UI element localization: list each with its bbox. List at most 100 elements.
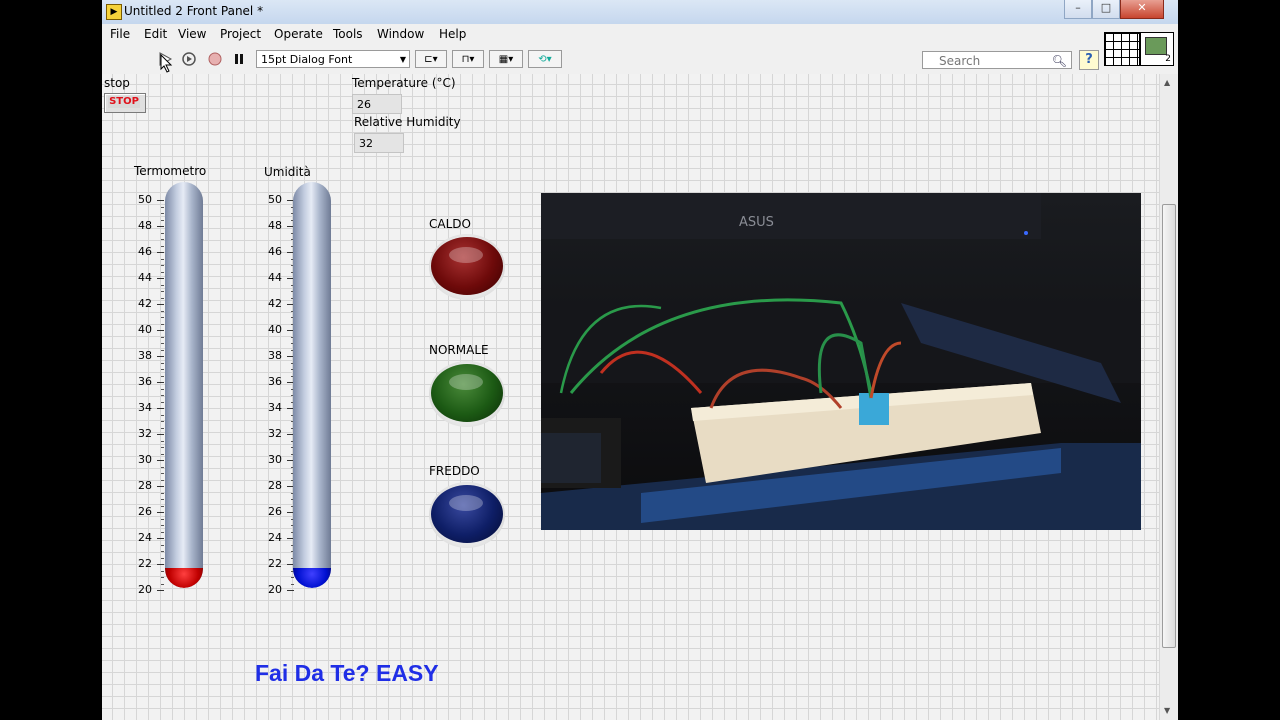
scale-major-tick [157,538,164,539]
breadboard-photo: ASUS [541,193,1141,530]
align-objects-button[interactable]: ⊏▾ [415,50,447,68]
distribute-objects-icon: ⊓▾ [461,54,475,65]
scale-minor-tick [161,531,164,533]
caldo-led-lamp [431,237,503,295]
termometro-scale: 50 48 46 44 42 40 38 36 34 32 30 28 26 24 22 20 [118,193,164,604]
temperature-label: Temperature (°C) [352,76,456,90]
search-input[interactable]: Search 🔍︎ [922,51,1072,69]
scale-tick-label: 40 [138,323,152,336]
menu-file[interactable]: File [110,27,130,41]
scale-tick-label: 28 [138,479,152,492]
scale-tick-label: 48 [268,219,282,232]
menu-view[interactable]: View [178,27,206,41]
search-placeholder: Search [939,54,981,68]
vi-icon[interactable]: 2 [1140,32,1174,66]
maximize-button[interactable]: □ [1092,0,1120,19]
menu-bar: File Edit View Project Operate Tools Win… [102,24,1178,46]
scale-major-tick [157,512,164,513]
scale-major-tick [157,226,164,227]
scale-minor-tick [161,297,164,299]
menu-window[interactable]: Window [377,27,424,41]
scale-minor-tick [161,421,164,422]
termometro-indicator [165,182,203,588]
menu-project[interactable]: Project [220,27,261,41]
scale-minor-tick [161,213,164,214]
scale-minor-tick [161,206,164,208]
scroll-up-icon[interactable]: ▲ [1164,78,1170,87]
scale-tick-label: 20 [138,583,152,596]
scale-minor-tick [161,479,164,481]
scale-minor-tick [161,557,164,559]
caldo-label: CALDO [429,217,471,231]
umidita-fill [293,568,331,588]
scale-tick-label: 50 [138,193,152,206]
scale-minor-tick [161,544,164,546]
scale-major-tick [287,590,294,591]
stop-button[interactable]: STOP [104,93,146,113]
umidita-indicator [293,182,331,588]
scale-minor-tick [291,583,294,585]
scale-major-tick [157,278,164,279]
abort-button[interactable] [204,49,226,71]
scale-minor-tick [161,518,164,520]
freddo-led-highlight [449,495,483,511]
distribute-objects-button[interactable]: ⊓▾ [452,50,484,68]
scale-tick-label: 44 [268,271,282,284]
camera-image: ASUS [541,193,1141,530]
reorder-icon: ⟲▾ [538,54,552,65]
scale-minor-tick [161,219,164,221]
scale-minor-tick [161,447,164,448]
minimize-button[interactable]: – [1064,0,1092,19]
humidity-label: Relative Humidity [354,115,461,129]
resize-objects-button[interactable]: ▦▾ [489,50,523,68]
scale-minor-tick [161,284,164,286]
scroll-down-icon[interactable]: ▼ [1164,706,1170,715]
scale-minor-tick [161,395,164,396]
front-panel: stop STOP Temperature (°C) 26 Relative H… [102,54,1159,720]
font-select[interactable]: 15pt Dialog Font ▼ [256,50,410,68]
menu-operate[interactable]: Operate [274,27,323,41]
context-help-button[interactable]: ? [1079,50,1099,70]
menu-tools[interactable]: Tools [333,27,363,41]
vertical-scrollbar[interactable]: ▲ ▼ [1159,74,1178,720]
pause-icon [235,54,243,64]
scale-minor-tick [161,239,164,240]
pause-button[interactable] [228,49,250,71]
scale-tick-label: 34 [268,401,282,414]
freddo-led-lamp [431,485,503,543]
labview-window: ▶ Untitled 2 Front Panel * – □ ✕ File Ed… [102,0,1178,720]
run-continuously-button[interactable] [178,49,200,71]
normale-label: NORMALE [429,343,489,357]
scale-major-tick [157,590,164,591]
scale-tick-label: 22 [138,557,152,570]
freddo-led[interactable] [429,482,505,548]
caldo-led[interactable] [429,234,505,300]
scale-major-tick [157,486,164,487]
scrollbar-thumb[interactable] [1162,204,1176,648]
scale-minor-tick [161,323,164,325]
scale-tick-label: 30 [268,453,282,466]
scale-tick-label: 24 [138,531,152,544]
close-button[interactable]: ✕ [1120,0,1164,19]
scale-tick-label: 22 [268,557,282,570]
normale-led[interactable] [429,361,505,427]
abort-icon [208,52,222,66]
scale-tick-label: 26 [138,505,152,518]
search-icon[interactable]: 🔍︎ [1052,52,1067,70]
scale-major-tick [157,304,164,305]
menu-help[interactable]: Help [439,27,466,41]
umidita-label: Umidità [264,165,311,179]
scale-minor-tick [161,245,164,247]
menu-edit[interactable]: Edit [144,27,167,41]
scale-minor-tick [161,375,164,377]
scale-minor-tick [161,525,164,526]
scale-tick-label: 46 [138,245,152,258]
scale-minor-tick [161,440,164,442]
scale-tick-label: 44 [138,271,152,284]
footer-title: Fai Da Te? EASY [255,660,439,686]
connector-pane-icon[interactable] [1104,32,1140,66]
stop-label: stop [104,76,130,90]
scale-minor-tick [161,388,164,390]
reorder-button[interactable]: ⟲▾ [528,50,562,68]
humidity-indicator: 32 [354,133,404,153]
